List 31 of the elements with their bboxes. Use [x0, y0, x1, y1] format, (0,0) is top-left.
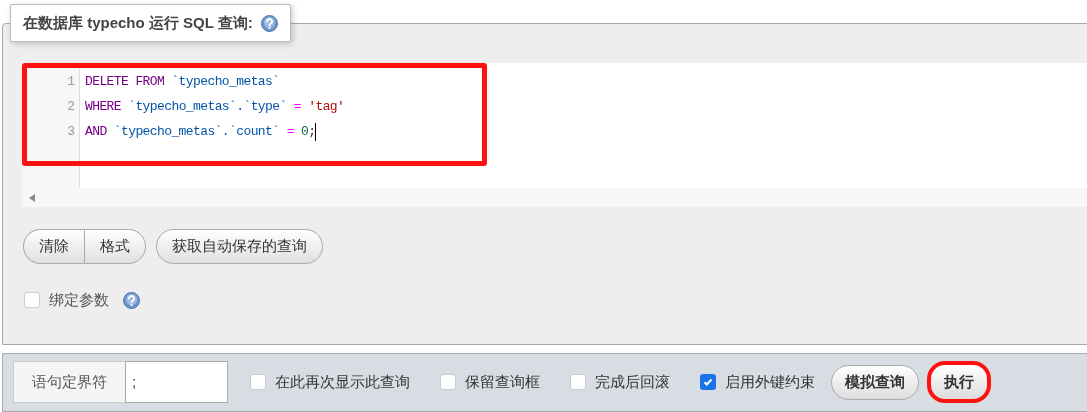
checkbox[interactable] — [570, 374, 586, 390]
toolbar-button[interactable]: 获取自动保存的查询 — [156, 229, 323, 264]
scroll-left-icon[interactable] — [29, 193, 35, 202]
option-label: 在此再次显示此查询 — [275, 371, 410, 392]
legend-title: 在数据库 typecho 运行 SQL 查询: — [23, 12, 253, 33]
line-number: 2 — [66, 98, 76, 116]
toolbar-button[interactable]: 格式 — [84, 229, 146, 264]
checkbox[interactable] — [440, 374, 456, 390]
checkmark-icon — [702, 376, 714, 388]
help-icon[interactable] — [123, 291, 140, 309]
help-icon[interactable] — [260, 14, 278, 32]
checkbox[interactable] — [250, 374, 266, 390]
line-number: 1 — [66, 73, 76, 91]
action-button[interactable]: 模拟查询 — [831, 364, 919, 400]
code-line: DELETE FROM `typecho_metas` — [85, 72, 280, 91]
checkbox[interactable] — [24, 292, 40, 309]
text-cursor — [315, 122, 317, 141]
delimiter-label: 语句定界符 — [13, 361, 125, 403]
action-button[interactable]: 执行 — [927, 361, 991, 403]
option-label: 保留查询框 — [465, 371, 540, 392]
checkbox-label: 绑定参数 — [49, 290, 109, 310]
option-label: 启用外键约束 — [725, 371, 815, 392]
code-line: AND `typecho_metas`.`count` = 0; — [85, 122, 316, 141]
option-label: 完成后回滚 — [595, 371, 670, 392]
code-editor[interactable]: 1 2 3 DELETE FROM `typecho_metas` WHERE `typecho_metas`.`type` = 'tag' AND `typecho_metas`.`count` = 0; — [22, 63, 1087, 207]
code-line: WHERE `typecho_metas`.`type` = 'tag' — [85, 97, 345, 116]
toolbar-button[interactable]: 清除 — [23, 229, 84, 264]
line-number: 3 — [66, 123, 76, 141]
delimiter-field[interactable]: ; — [125, 361, 228, 403]
checkbox[interactable] — [700, 374, 716, 390]
horizontal-scrollbar[interactable] — [22, 188, 1087, 207]
